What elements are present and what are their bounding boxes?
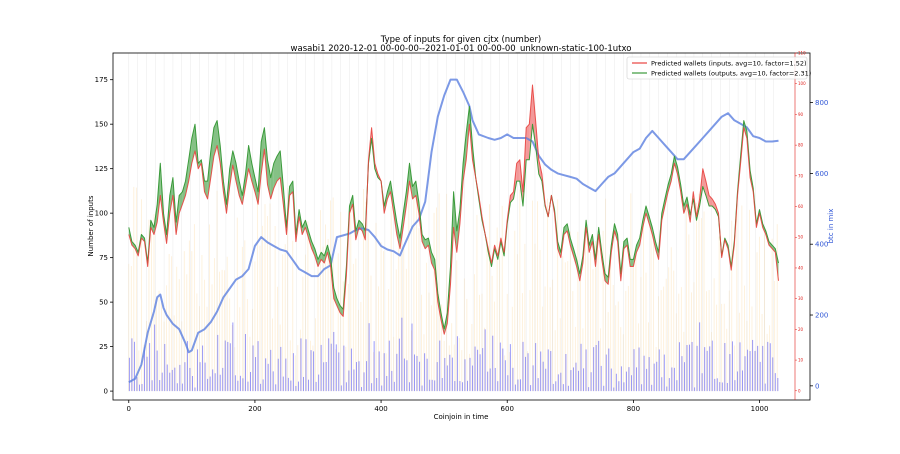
y-tick-label: 0 <box>104 388 108 396</box>
y3-tick-label: 40 <box>798 265 804 270</box>
y3-tick-label: 110 <box>798 51 806 56</box>
y-tick-label: 125 <box>95 165 108 173</box>
chart-svg: 0 200 400 600 800 100002550751001251501750102… <box>87 35 835 421</box>
y3-tick-label: 30 <box>798 296 804 301</box>
y-axis-label: Number of inputs <box>87 195 95 256</box>
y2-tick-label: 800 <box>815 99 828 107</box>
legend: Predicted wallets (inputs, avg=10, facto… <box>626 56 811 80</box>
y-tick-label: 100 <box>95 210 108 218</box>
y3-tick-label: 90 <box>798 112 804 117</box>
fill-segment <box>526 124 530 160</box>
y3-tick-label: 10 <box>798 358 804 363</box>
x-tick-label: 1000 <box>751 405 769 413</box>
y3-tick-label: 80 <box>798 143 804 148</box>
y-tick-label: 50 <box>99 299 108 307</box>
x-tick-label: 600 <box>501 405 514 413</box>
y-tick-label: 175 <box>95 76 108 84</box>
fill-segment <box>630 259 634 267</box>
y3-tick-label: 50 <box>798 235 804 240</box>
x-tick-label: 800 <box>627 405 640 413</box>
x-tick-label: 400 <box>374 405 387 413</box>
y2-tick-label: 200 <box>815 312 828 320</box>
y-tick-label: 150 <box>95 121 108 129</box>
y3-tick-label: 20 <box>798 327 804 332</box>
y2-tick-label: 600 <box>815 170 828 178</box>
y3-tick-label: 70 <box>798 173 804 178</box>
x-tick-label: 0 <box>127 405 131 413</box>
chart-subtitle: wasabi1 2020-12-01 00-00-00--2021-01-01 … <box>291 44 632 54</box>
y3-tick-label: 100 <box>798 81 806 86</box>
chart: 0 200 400 600 800 1000 0 25 50 75 100 125 150 175 0 10 2… <box>0 0 900 450</box>
y3-tick-label: 0 <box>798 388 801 393</box>
legend-label-outputs: Predicted wallets (outputs, avg=10, fact… <box>651 70 811 78</box>
y-tick-label: 25 <box>99 343 108 351</box>
y-tick-label: 75 <box>99 254 108 262</box>
legend-label-inputs: Predicted wallets (inputs, avg=10, facto… <box>651 60 807 68</box>
y2-axis-label: btc in mix <box>827 209 835 244</box>
y3-tick-label: 60 <box>798 204 804 209</box>
x-tick-label: 200 <box>248 405 261 413</box>
x-axis-label: Coinjoin in time <box>434 413 489 421</box>
y2-tick-label: 0 <box>815 382 819 390</box>
